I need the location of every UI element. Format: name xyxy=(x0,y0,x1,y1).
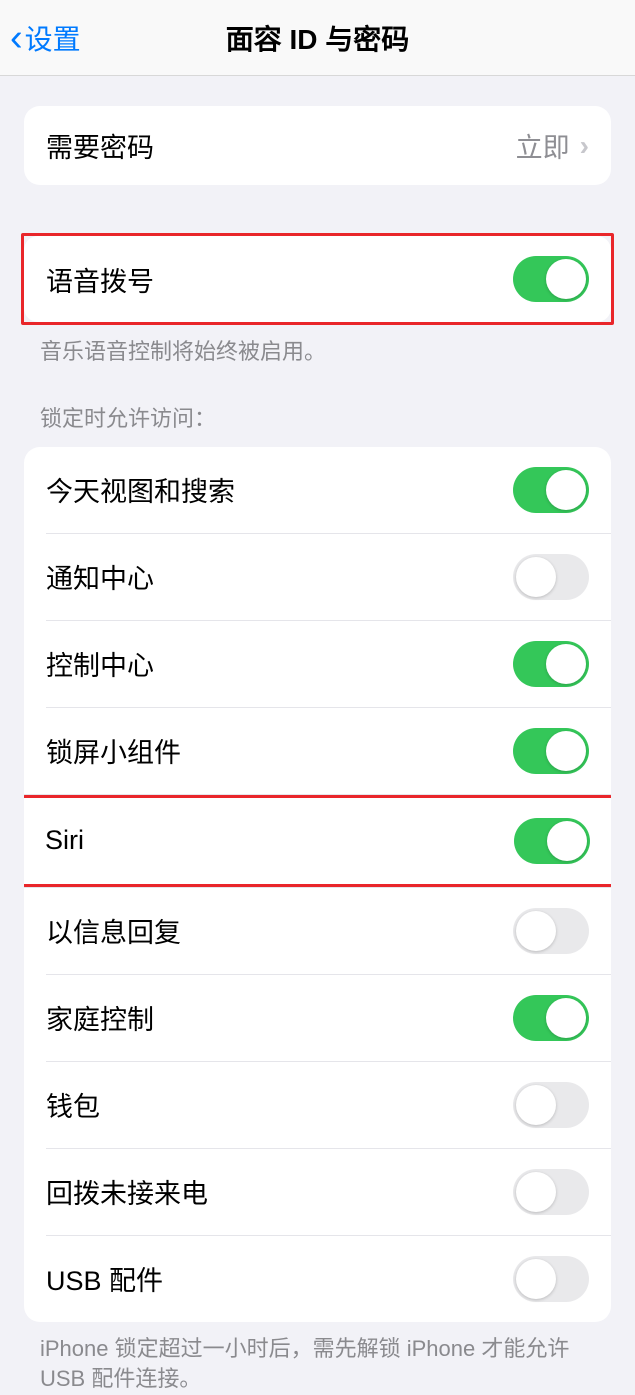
usb-footer: iPhone 锁定超过一小时后，需先解锁 iPhone 才能允许USB 配件连接… xyxy=(0,1322,635,1395)
siri-row: Siri xyxy=(24,795,611,887)
require-passcode-label: 需要密码 xyxy=(46,126,154,165)
navigation-bar: ‹ 设置 面容 ID 与密码 xyxy=(0,0,635,76)
back-button[interactable]: ‹ 设置 xyxy=(10,18,81,58)
control-center-row: 控制中心 xyxy=(24,621,611,707)
voice-dial-toggle[interactable] xyxy=(513,256,589,302)
wallet-toggle[interactable] xyxy=(513,1082,589,1128)
notification-center-row: 通知中心 xyxy=(24,534,611,620)
return-missed-calls-label: 回拨未接来电 xyxy=(46,1172,208,1211)
siri-toggle[interactable] xyxy=(514,818,590,864)
wallet-row: 钱包 xyxy=(24,1062,611,1148)
require-passcode-row[interactable]: 需要密码 立即 › xyxy=(24,106,611,185)
lock-access-section: 今天视图和搜索 通知中心 控制中心 锁屏小组件 Siri xyxy=(24,447,611,1322)
lock-access-header: 锁定时允许访问： xyxy=(0,404,635,447)
chevron-left-icon: ‹ xyxy=(10,19,23,57)
control-center-toggle[interactable] xyxy=(513,641,589,687)
lockscreen-widgets-label: 锁屏小组件 xyxy=(46,731,181,770)
reply-message-toggle[interactable] xyxy=(513,908,589,954)
highlight-voice-dial: 语音拨号 xyxy=(21,233,614,325)
siri-label: Siri xyxy=(45,825,84,856)
usb-accessories-row: USB 配件 xyxy=(24,1236,611,1322)
today-view-toggle[interactable] xyxy=(513,467,589,513)
return-missed-calls-row: 回拨未接来电 xyxy=(24,1149,611,1235)
back-label: 设置 xyxy=(25,18,81,58)
notification-center-label: 通知中心 xyxy=(46,557,154,596)
reply-message-row: 以信息回复 xyxy=(24,888,611,974)
require-passcode-value: 立即 xyxy=(516,126,570,165)
reply-message-label: 以信息回复 xyxy=(46,911,181,950)
home-control-row: 家庭控制 xyxy=(24,975,611,1061)
lockscreen-widgets-row: 锁屏小组件 xyxy=(24,708,611,794)
home-control-label: 家庭控制 xyxy=(46,998,154,1037)
voice-dial-label: 语音拨号 xyxy=(46,260,154,299)
chevron-right-icon: › xyxy=(580,130,589,162)
voice-dial-footer: 音乐语音控制将始终被启用。 xyxy=(0,325,635,368)
usb-accessories-toggle[interactable] xyxy=(513,1256,589,1302)
today-view-label: 今天视图和搜索 xyxy=(46,470,235,509)
page-title: 面容 ID 与密码 xyxy=(226,18,410,58)
lockscreen-widgets-toggle[interactable] xyxy=(513,728,589,774)
control-center-label: 控制中心 xyxy=(46,644,154,683)
home-control-toggle[interactable] xyxy=(513,995,589,1041)
voice-dial-row: 语音拨号 xyxy=(24,236,611,322)
notification-center-toggle[interactable] xyxy=(513,554,589,600)
wallet-label: 钱包 xyxy=(46,1085,100,1124)
usb-accessories-label: USB 配件 xyxy=(46,1259,163,1298)
today-view-row: 今天视图和搜索 xyxy=(24,447,611,533)
return-missed-calls-toggle[interactable] xyxy=(513,1169,589,1215)
